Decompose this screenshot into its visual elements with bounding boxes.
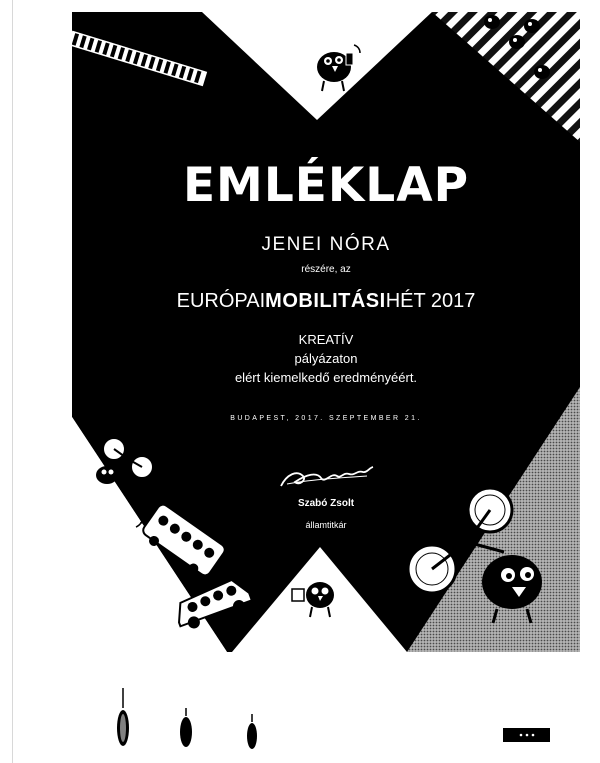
award-line-3: elért kiemelkedő eredményéért. [234,370,418,385]
scan-edge-line [12,0,13,763]
binder-clip-mark-2 [180,708,192,747]
certificate-text: EMLÉKLAP JENEI NÓRA részére, az EURÓPAIM… [72,12,580,652]
signature-icon [280,466,374,487]
scan-artifacts [117,688,257,749]
certificate-title: EMLÉKLAP [182,158,470,213]
recipient-suffix: részére, az [301,264,351,275]
recipient-name: JENEI NÓRA [261,234,391,255]
certificate: EMLÉKLAP JENEI NÓRA részére, az EURÓPAIM… [72,12,580,652]
binder-clip-mark-1 [117,688,129,746]
award-line-2: pályázaton [294,351,358,366]
event-suffix: HÉT 2017 [385,290,476,312]
event-name: EURÓPAIMOBILITÁSIHÉT 2017 [72,288,580,314]
scan-dots [519,733,535,737]
place-date: BUDAPEST, 2017. SZEPTEMBER 21. [230,415,422,422]
signer-name: Szabó Zsolt [297,498,355,509]
event-bold: MOBILITÁSI [265,290,386,312]
award-line-1: KREATÍV [298,332,354,347]
event-prefix: EURÓPAI [176,290,266,312]
signer-title: államtitkár [305,520,347,530]
binder-clip-mark-3 [247,714,257,749]
